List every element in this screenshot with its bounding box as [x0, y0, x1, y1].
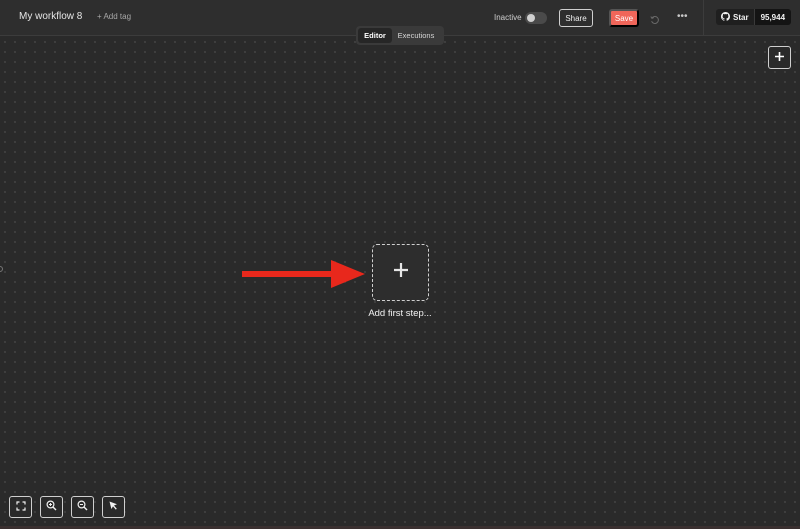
github-icon [721, 11, 730, 23]
active-status-label: Inactive [494, 13, 522, 22]
pointer-icon [108, 498, 119, 516]
zoom-in-button[interactable] [40, 496, 63, 518]
toggle-knob [527, 14, 535, 22]
plus-icon [774, 50, 785, 66]
zoom-out-icon [77, 498, 88, 516]
ellipsis-icon[interactable]: ••• [677, 12, 688, 22]
github-star-count: 95,944 [753, 9, 792, 25]
add-first-step-button[interactable] [372, 244, 429, 301]
fit-view-button[interactable] [9, 496, 32, 518]
workflow-name[interactable]: My workflow 8 [19, 11, 82, 22]
red-arrow-annotation [242, 260, 365, 288]
share-button[interactable]: Share [559, 9, 593, 27]
save-button[interactable]: Save [609, 9, 639, 27]
add-tag-button[interactable]: + Add tag [97, 12, 131, 21]
github-star-button[interactable]: Star 95,944 [716, 9, 792, 25]
fit-view-icon [15, 498, 26, 516]
github-star-segment: Star [716, 9, 754, 25]
tab-editor[interactable]: Editor [358, 28, 392, 43]
add-first-step-label: Add first step... [368, 308, 432, 319]
active-toggle[interactable] [525, 12, 547, 24]
add-node-button[interactable] [768, 46, 791, 69]
pointer-mode-button[interactable] [102, 496, 125, 518]
header-divider [703, 0, 704, 36]
tab-executions[interactable]: Executions [392, 28, 440, 43]
plus-icon [393, 262, 409, 283]
github-star-label: Star [733, 12, 749, 22]
zoom-in-icon [46, 498, 57, 516]
zoom-out-button[interactable] [71, 496, 94, 518]
history-icon[interactable] [650, 12, 660, 24]
view-tabs: Editor Executions [356, 26, 444, 45]
